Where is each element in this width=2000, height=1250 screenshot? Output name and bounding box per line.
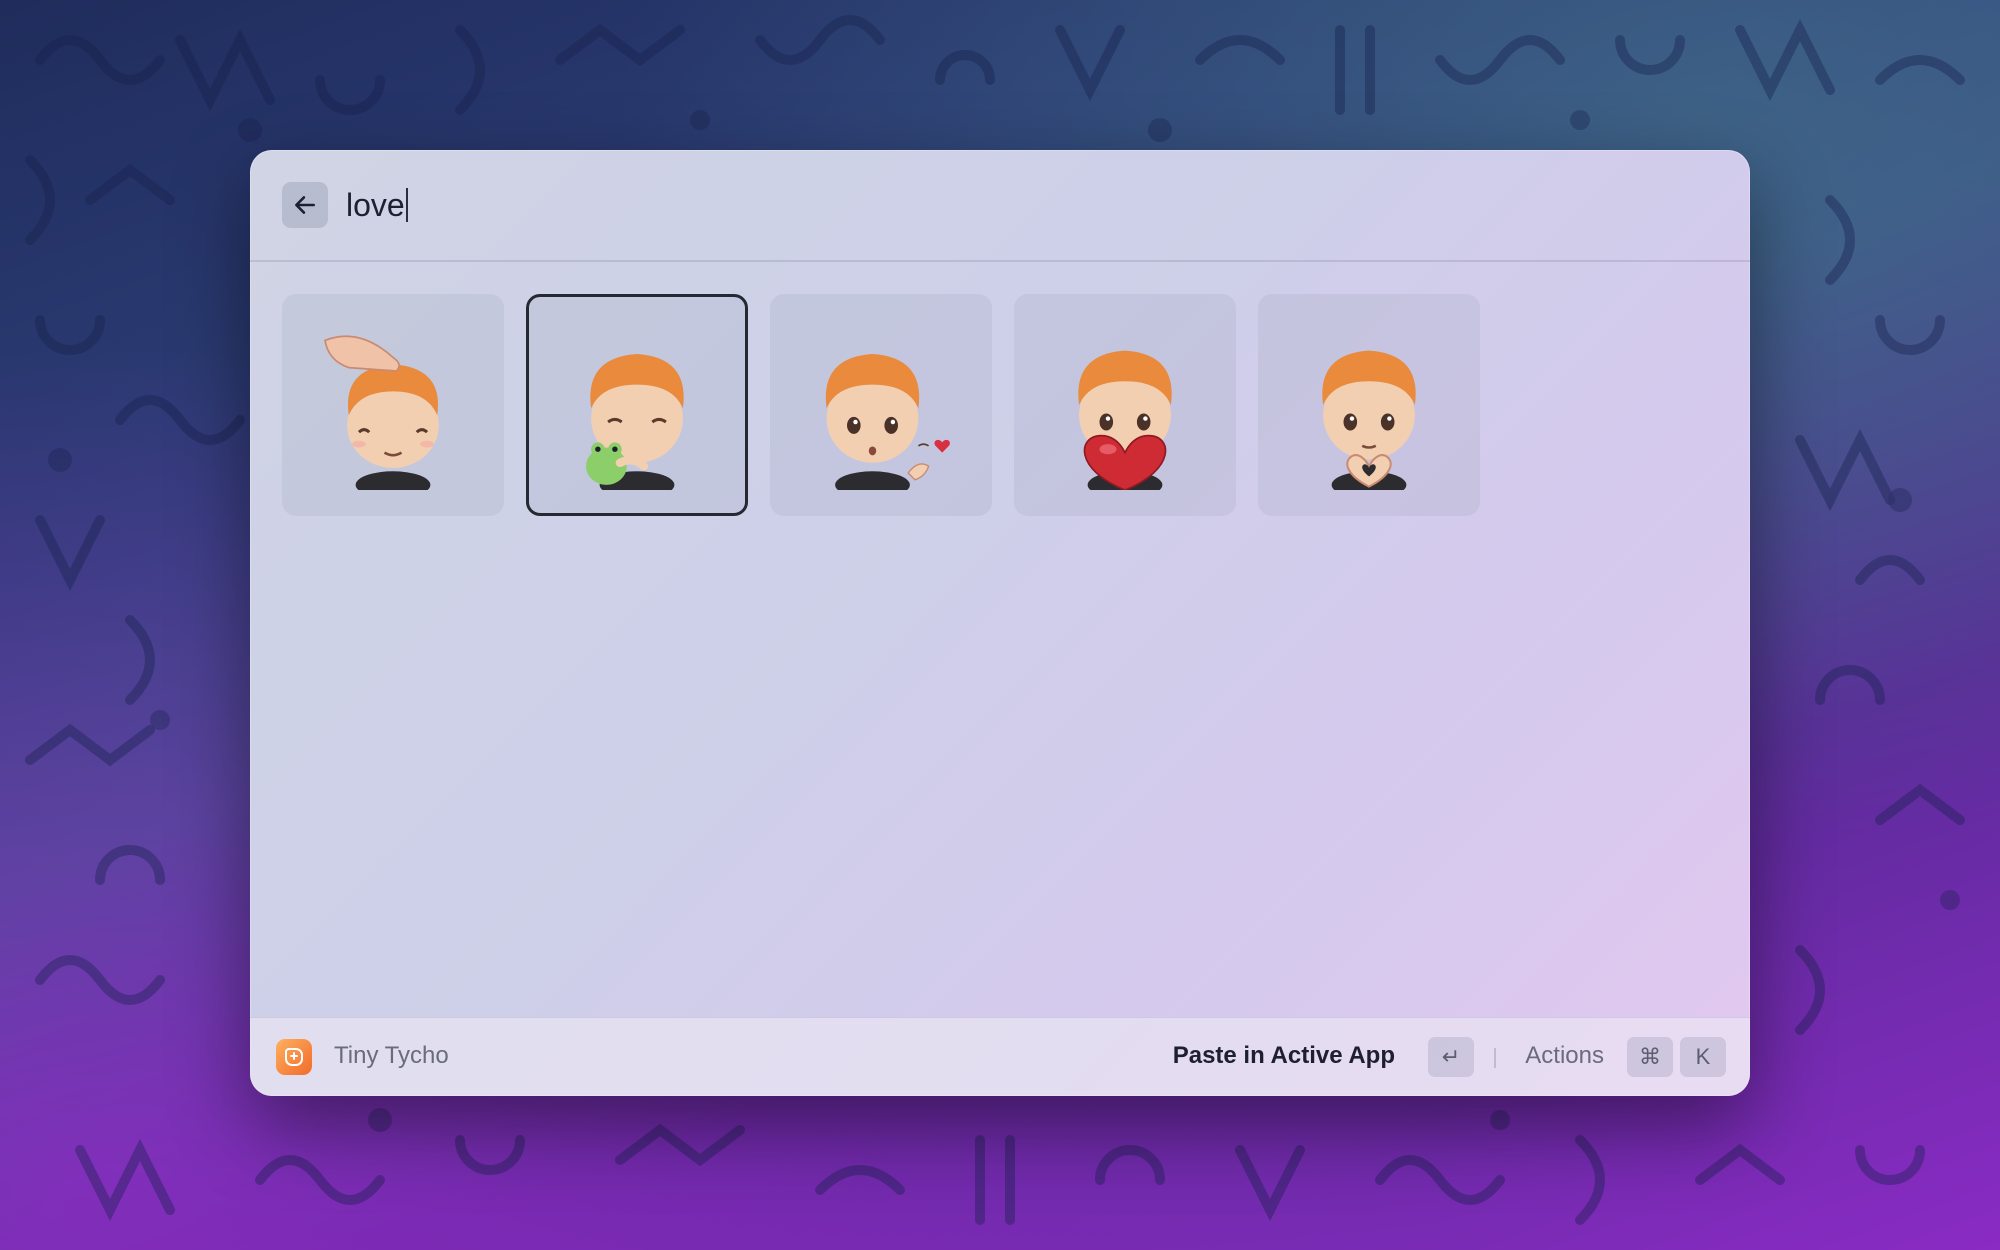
footer-divider: [1494, 1048, 1496, 1068]
actions-button[interactable]: Actions: [1525, 1042, 1604, 1070]
sticker-tile-head-pat[interactable]: [282, 294, 504, 516]
enter-key-hint: ↵: [1428, 1037, 1474, 1077]
search-input[interactable]: love: [346, 180, 408, 230]
sticker-tile-heart-hands[interactable]: [1258, 294, 1480, 516]
command-key-hint: ⌘: [1627, 1037, 1673, 1077]
heart-hold-sticker: [1078, 350, 1172, 490]
launcher-window: love Tiny Tycho Paste in Active App ↵ Ac…: [250, 150, 1750, 1096]
app-icon: [276, 1039, 312, 1075]
heart-hands-sticker: [1322, 350, 1416, 490]
head-pat-sticker: [324, 335, 439, 490]
blow-kiss-sticker: [825, 354, 950, 490]
search-query: love: [346, 187, 405, 223]
app-name: Tiny Tycho: [334, 1042, 449, 1069]
sticker-tile-heart-hold[interactable]: [1014, 294, 1236, 516]
sticker-tile-blow-kiss[interactable]: [770, 294, 992, 516]
arrow-left-icon: [295, 196, 315, 214]
footer-bar: Tiny Tycho Paste in Active App ↵ Actions…: [250, 1017, 1750, 1096]
search-bar: love: [250, 150, 1750, 262]
sticker-tile-frog-hug[interactable]: [526, 294, 748, 516]
frog-hug-sticker: [586, 354, 684, 490]
sticker-app-icon: [285, 1048, 303, 1066]
text-caret: [405, 188, 408, 222]
sticker-grid: [282, 294, 1480, 516]
paste-in-active-app-button[interactable]: Paste in Active App: [1173, 1042, 1395, 1070]
k-key-hint: K: [1680, 1037, 1726, 1077]
back-button[interactable]: [282, 182, 328, 228]
